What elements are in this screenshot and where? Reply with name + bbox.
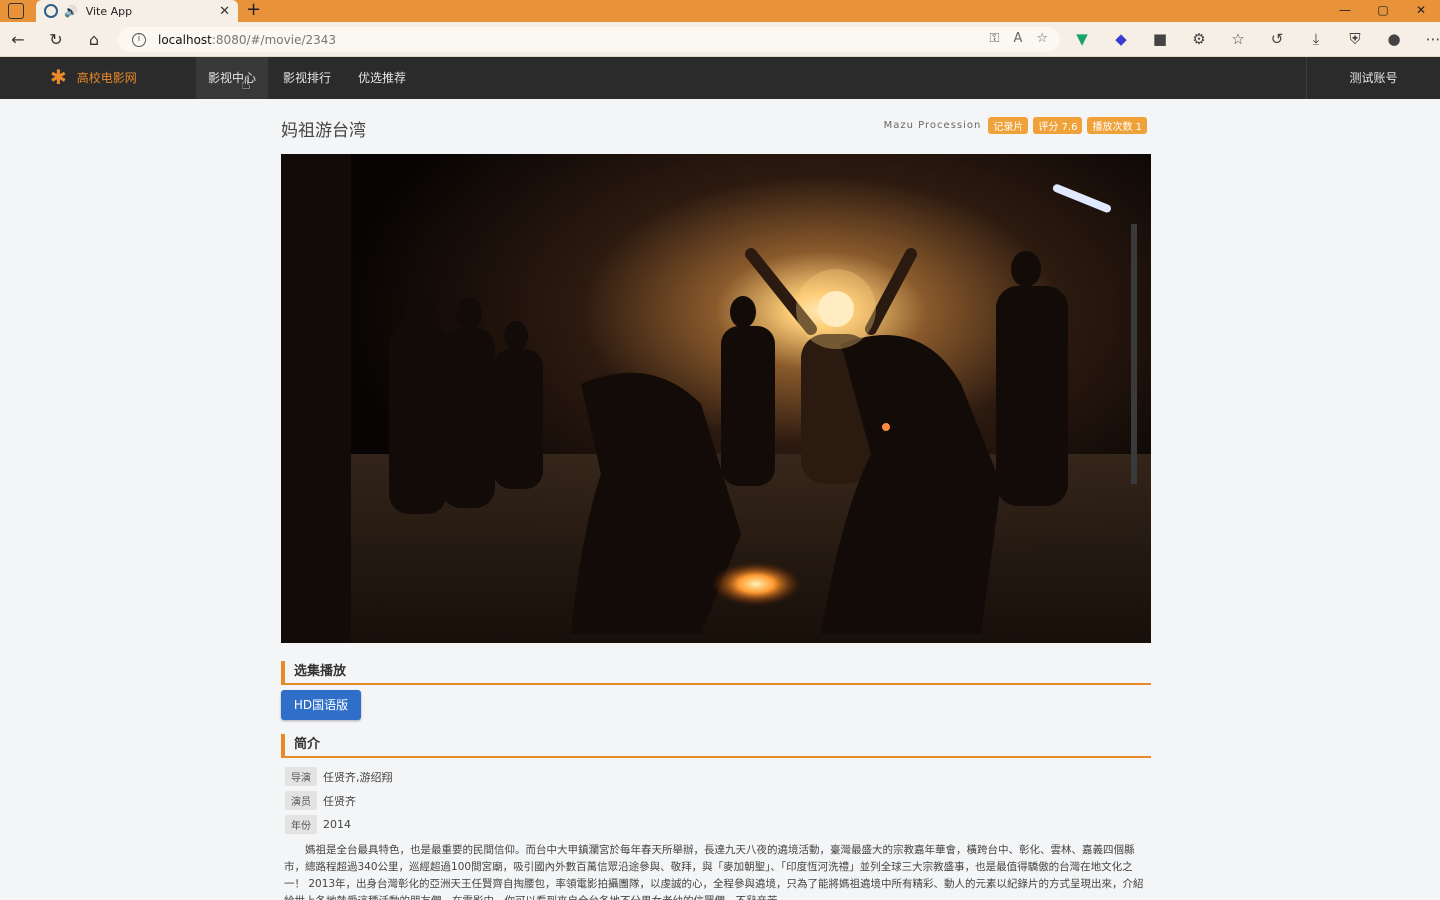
speaker-icon[interactable]: 🔊 [64, 5, 78, 18]
year-label: 年份 [285, 815, 317, 834]
favorites-icon[interactable]: ☆ [1226, 30, 1250, 48]
play-count-tag: 播放次数 1 [1087, 117, 1147, 134]
movie-title: 妈祖游台湾 [281, 121, 366, 141]
mouse-cursor-icon: ☝ [241, 74, 251, 93]
genre-tag: 记录片 [988, 117, 1029, 134]
back-icon[interactable]: ← [8, 30, 28, 49]
vite-favicon-icon [44, 4, 58, 18]
url-path: :8080/#/movie/2343 [211, 32, 337, 47]
favorite-star-icon[interactable]: ☆ [1036, 31, 1048, 46]
nav-item-movie-center[interactable]: 影视中心 [196, 57, 269, 99]
intro-heading: 简介 [281, 734, 1151, 758]
extension-icons: ▼ ◆ ■ ⚙ ☆ ↺ ⤓ ⛨ ● ⋯ [1070, 30, 1440, 48]
close-tab-icon[interactable]: ✕ [219, 4, 230, 19]
url-host: localhost [158, 32, 212, 47]
extension-cube-icon[interactable]: ◆ [1109, 30, 1133, 48]
more-menu-icon[interactable]: ⋯ [1421, 30, 1440, 48]
address-toolbar: ← ↻ ⌂ i localhost:8080/#/movie/2343 ⚿ A … [0, 22, 1440, 57]
url-field[interactable]: i localhost:8080/#/movie/2343 ⚿ A ☆ [118, 27, 1060, 52]
app-navbar: ✱ 高校电影网 影视中心 影视排行 优选推荐 测试账号 [0, 57, 1440, 99]
maximize-icon[interactable]: ▢ [1364, 0, 1402, 22]
director-value: 任贤齐,游绍翔 [323, 770, 393, 784]
extensions-icon[interactable]: ⚙ [1187, 30, 1211, 48]
browser-tabbar: 🔊 Vite App ✕ + — ▢ ✕ [0, 0, 1440, 22]
rating-tag: 评分 7.6 [1033, 117, 1083, 134]
tab-title: Vite App [85, 4, 133, 18]
director-label: 导演 [285, 767, 317, 786]
key-icon[interactable]: ⚿ [990, 31, 1000, 46]
new-tab-icon[interactable]: + [246, 0, 261, 20]
history-icon[interactable]: ↺ [1265, 30, 1289, 48]
cast-label: 演员 [285, 791, 317, 810]
episodes-heading: 选集播放 [281, 661, 1151, 685]
account-menu[interactable]: 测试账号 [1306, 57, 1440, 99]
video-frame [281, 154, 1151, 643]
home-icon[interactable]: ⌂ [84, 30, 104, 49]
year-row: 年份 2014 [285, 815, 351, 834]
episode-button-hd[interactable]: HD国语版 [281, 690, 361, 720]
gear-logo-icon: ✱ [50, 65, 67, 89]
minimize-icon[interactable]: — [1326, 0, 1364, 22]
cast-value: 任贤齐 [323, 794, 356, 808]
video-player[interactable] [281, 154, 1151, 643]
profile-avatar-icon[interactable]: ● [1382, 30, 1406, 48]
movie-meta: Mazu Procession 记录片 评分 7.6 播放次数 1 [884, 117, 1147, 134]
nav-item-recommend[interactable]: 优选推荐 [346, 57, 418, 99]
nav-item-ranking[interactable]: 影视排行 [271, 57, 343, 99]
refresh-icon[interactable]: ↻ [46, 30, 66, 49]
extension-v-icon[interactable]: ▼ [1070, 30, 1094, 48]
download-icon[interactable]: ⤓ [1304, 30, 1328, 48]
brand-name: 高校电影网 [76, 70, 137, 85]
english-title: Mazu Procession [883, 120, 982, 131]
cast-row: 演员 任贤齐 [285, 791, 356, 810]
tab-actions-icon[interactable] [8, 3, 24, 19]
year-value: 2014 [323, 818, 351, 831]
shield-icon[interactable]: ⛨ [1343, 30, 1367, 48]
extension-mask-icon[interactable]: ■ [1148, 30, 1172, 48]
window-controls: — ▢ ✕ [1326, 0, 1440, 22]
director-row: 导演 任贤齐,游绍翔 [285, 767, 393, 786]
site-info-icon[interactable]: i [132, 32, 146, 47]
read-aloud-icon[interactable]: A [1013, 31, 1022, 46]
movie-description: 媽祖是全台最具特色，也是最重要的民間信仰。而台中大甲鎮瀾宮於每年春天所舉辦，長達… [284, 844, 1144, 900]
brand-logo[interactable]: ✱ 高校电影网 [50, 67, 137, 87]
browser-tab[interactable]: 🔊 Vite App ✕ [36, 0, 238, 22]
close-window-icon[interactable]: ✕ [1402, 0, 1440, 22]
